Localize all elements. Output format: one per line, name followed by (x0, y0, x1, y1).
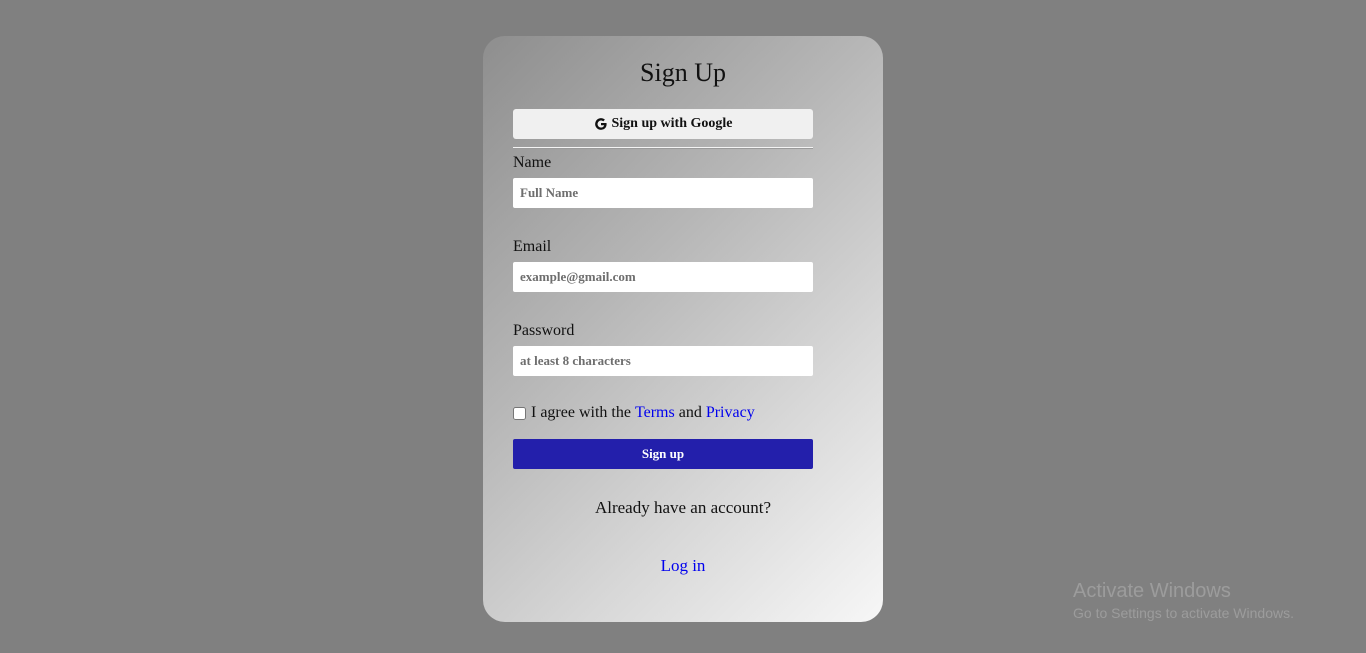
password-label: Password (513, 322, 575, 339)
signup-card: Sign Up Sign up with Google Name Email P… (483, 36, 883, 622)
email-input[interactable] (513, 262, 813, 292)
page-title: Sign Up (640, 58, 726, 87)
login-link-container: Log in (483, 556, 883, 576)
agree-text: I agree with the (531, 404, 631, 421)
login-link[interactable]: Log in (661, 556, 706, 575)
agree-checkbox[interactable] (513, 406, 526, 420)
agree-conjunction: and (678, 404, 702, 421)
already-account-text: Already have an account? (594, 498, 772, 517)
divider (513, 147, 813, 149)
email-label: Email (513, 238, 552, 255)
page-background: Sign Up Sign up with Google Name Email P… (0, 0, 1366, 653)
google-icon (594, 117, 608, 131)
agree-row: I agree with the Terms and Privacy (513, 404, 755, 422)
name-input[interactable] (513, 178, 813, 208)
watermark-title: Activate Windows (1073, 580, 1231, 602)
google-signup-button[interactable]: Sign up with Google (513, 109, 813, 139)
privacy-link[interactable]: Privacy (706, 404, 755, 422)
signup-button[interactable]: Sign up (513, 439, 813, 469)
google-button-label: Sign up with Google (611, 116, 733, 131)
watermark-subtitle: Go to Settings to activate Windows. (1073, 605, 1294, 621)
name-label: Name (513, 154, 552, 171)
password-input[interactable] (513, 346, 813, 376)
activate-windows-watermark: Activate Windows Go to Settings to activ… (1073, 579, 1294, 623)
terms-link[interactable]: Terms (635, 404, 675, 422)
